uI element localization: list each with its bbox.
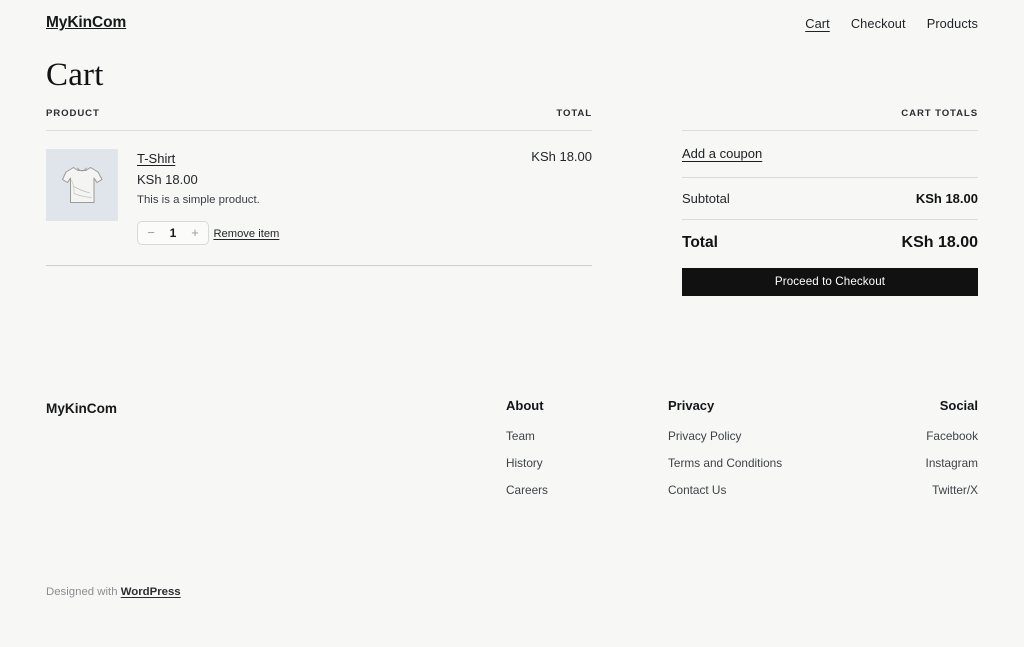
footer-link-history[interactable]: History <box>506 456 668 470</box>
nav-link-checkout[interactable]: Checkout <box>851 16 906 31</box>
total-row: Total KSh 18.00 <box>682 220 978 268</box>
total-value: KSh 18.00 <box>902 234 978 252</box>
footer-column-title-social: Social <box>830 398 978 413</box>
footer-link-terms-and-conditions[interactable]: Terms and Conditions <box>668 456 830 470</box>
product-description: This is a simple product. <box>137 194 279 206</box>
cart-item-line-total: KSh 18.00 <box>446 131 592 266</box>
main-navigation: Cart Checkout Products <box>805 16 978 31</box>
site-brand-logo[interactable]: MyKinCom <box>46 14 126 32</box>
footer-column-social: Social Facebook Instagram Twitter/X <box>830 398 978 510</box>
nav-link-products[interactable]: Products <box>927 16 978 31</box>
quantity-decrease-button[interactable]: − <box>141 222 161 244</box>
footer-column-privacy: Privacy Privacy Policy Terms and Conditi… <box>668 398 830 510</box>
nav-link-cart[interactable]: Cart <box>805 16 830 31</box>
add-coupon-link[interactable]: Add a coupon <box>682 146 762 161</box>
footer-link-privacy-policy[interactable]: Privacy Policy <box>668 429 830 443</box>
subtotal-label: Subtotal <box>682 191 730 206</box>
cart-table-body: T-Shirt KSh 18.00 This is a simple produ… <box>46 131 592 266</box>
remove-item-link[interactable]: Remove item <box>213 228 279 240</box>
quantity-value[interactable]: 1 <box>161 226 185 240</box>
footer-link-instagram[interactable]: Instagram <box>830 456 978 470</box>
coupon-row: Add a coupon <box>682 131 978 178</box>
footer-link-careers[interactable]: Careers <box>506 483 668 497</box>
footer-column-about: About Team History Careers <box>506 398 668 510</box>
footer-brand: MyKinCom <box>46 398 506 416</box>
cart-table-header-row: PRODUCT TOTAL <box>46 108 592 131</box>
footer-link-facebook[interactable]: Facebook <box>830 429 978 443</box>
footer-column-title-privacy: Privacy <box>668 398 830 413</box>
site-header: MyKinCom Cart Checkout Products <box>0 0 1024 46</box>
cart-items-table: PRODUCT TOTAL <box>46 108 592 266</box>
column-header-total: TOTAL <box>446 108 592 131</box>
colophon: Designed with WordPress <box>46 586 181 598</box>
quantity-increase-button[interactable]: + <box>185 222 205 244</box>
proceed-to-checkout-button[interactable]: Proceed to Checkout <box>682 268 978 296</box>
site-footer: MyKinCom About Team History Careers Priv… <box>46 398 978 510</box>
subtotal-row: Subtotal KSh 18.00 <box>682 178 978 220</box>
product-thumbnail[interactable] <box>46 149 118 221</box>
column-header-product: PRODUCT <box>46 108 446 131</box>
cart-totals-panel: CART TOTALS Add a coupon Subtotal KSh 18… <box>682 108 978 296</box>
total-label: Total <box>682 234 718 252</box>
footer-column-title-about: About <box>506 398 668 413</box>
quantity-stepper[interactable]: − 1 + <box>137 221 209 245</box>
tshirt-icon <box>55 158 109 212</box>
cart-table-head: PRODUCT TOTAL <box>46 108 592 131</box>
wordpress-link[interactable]: WordPress <box>121 586 181 598</box>
product-details: T-Shirt KSh 18.00 This is a simple produ… <box>137 149 279 245</box>
footer-link-contact-us[interactable]: Contact Us <box>668 483 830 497</box>
cart-item-product-cell: T-Shirt KSh 18.00 This is a simple produ… <box>46 131 446 266</box>
cart-items-panel: PRODUCT TOTAL <box>46 108 592 266</box>
footer-link-twitter-x[interactable]: Twitter/X <box>830 483 978 497</box>
cart-totals-heading: CART TOTALS <box>682 108 978 131</box>
page-title: Cart <box>46 56 104 96</box>
subtotal-value: KSh 18.00 <box>916 191 978 206</box>
cart-main: PRODUCT TOTAL <box>46 108 978 296</box>
table-row: T-Shirt KSh 18.00 This is a simple produ… <box>46 131 592 266</box>
product-name-link[interactable]: T-Shirt <box>137 151 175 166</box>
colophon-prefix: Designed with <box>46 586 121 598</box>
footer-link-team[interactable]: Team <box>506 429 668 443</box>
product-unit-price: KSh 18.00 <box>137 172 279 187</box>
